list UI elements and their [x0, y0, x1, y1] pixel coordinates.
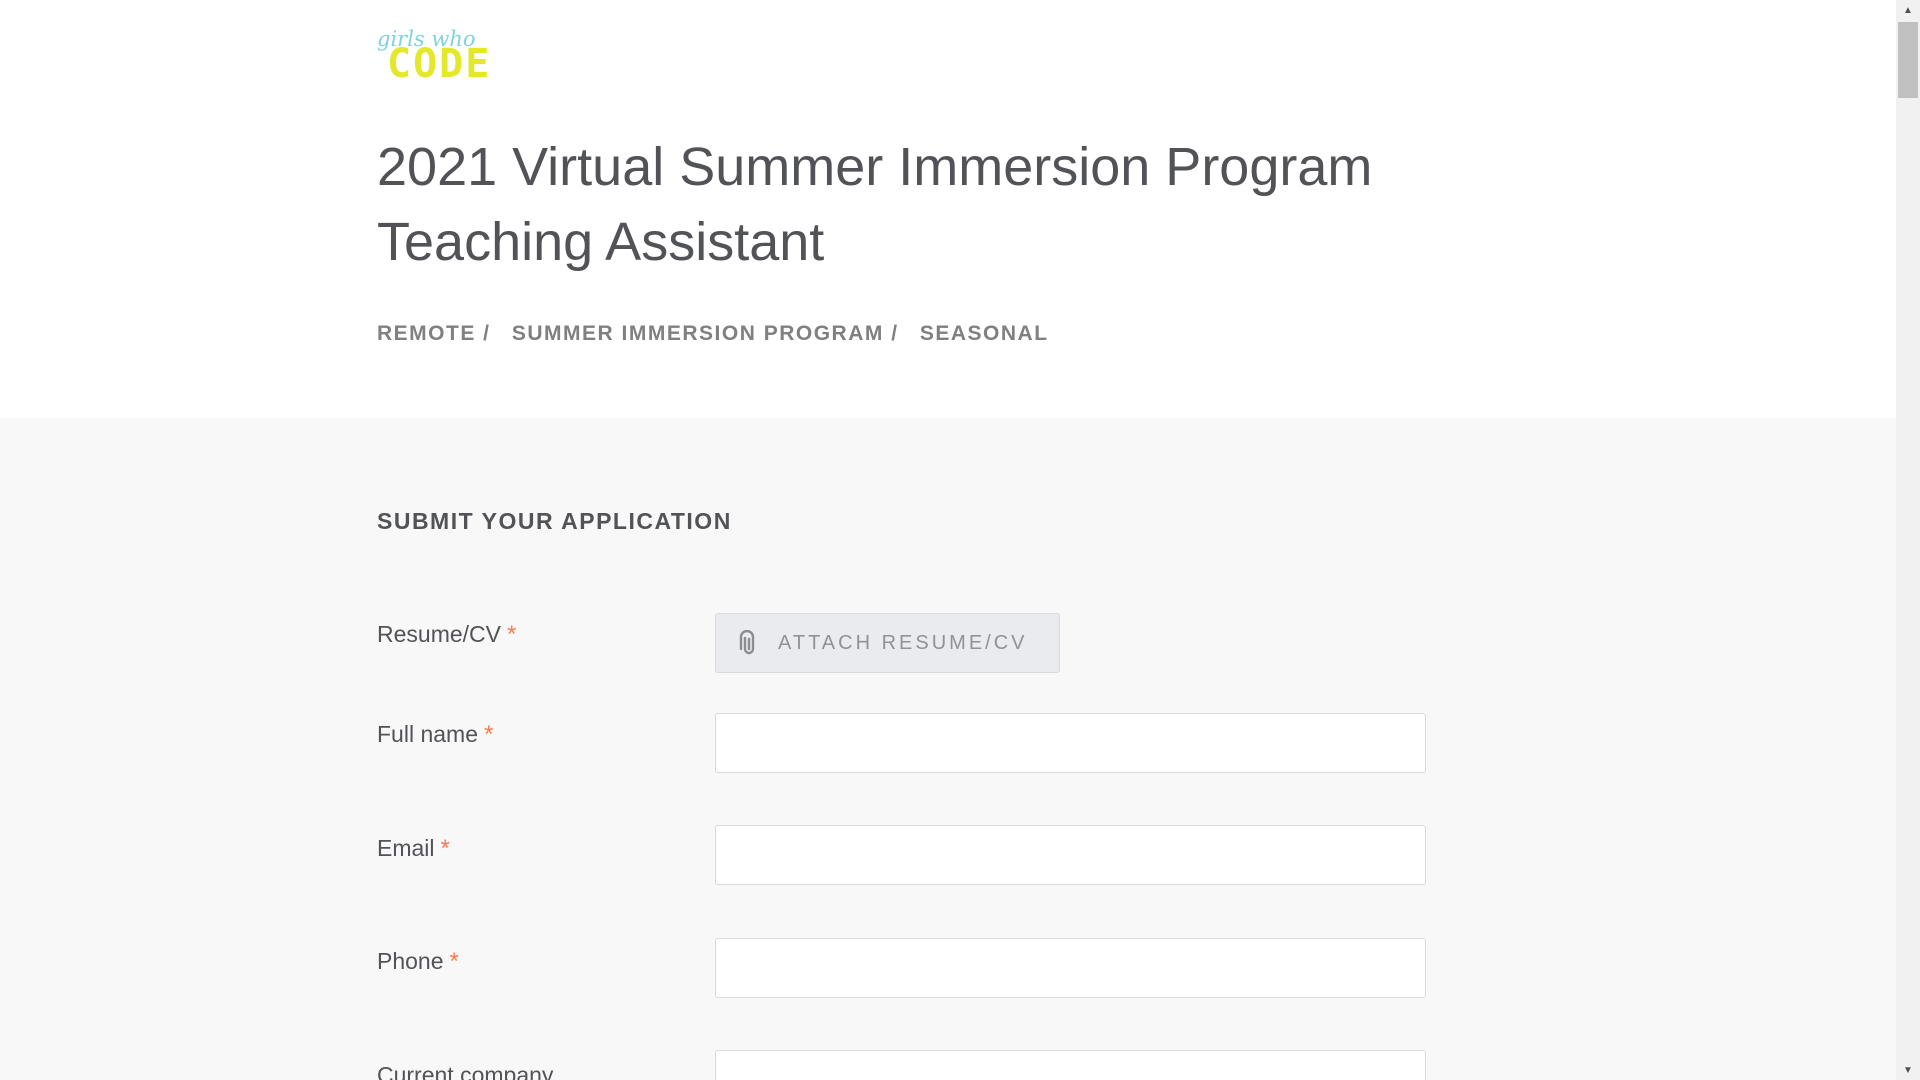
required-asterisk: *	[440, 835, 450, 862]
email-label: Email *	[377, 835, 450, 862]
logo-word-text: CODE	[387, 41, 492, 87]
phone-row: Phone *	[377, 938, 1427, 998]
application-form: SUBMIT YOUR APPLICATION Resume/CV * ATTAC…	[0, 418, 1896, 1080]
scrollbar-thumb[interactable]	[1898, 22, 1918, 98]
full-name-label: Full name *	[377, 721, 494, 748]
full-name-row: Full name *	[377, 713, 1427, 773]
current-company-input[interactable]	[715, 1050, 1426, 1080]
resume-label: Resume/CV *	[377, 621, 517, 648]
required-asterisk: *	[449, 948, 459, 975]
job-header: girls who CODE 2021 Virtual Summer Immer…	[0, 0, 1896, 418]
company-logo[interactable]: girls who CODE	[377, 25, 495, 84]
current-company-row: Current company	[377, 1050, 1427, 1080]
vertical-scrollbar[interactable]: ▲ ▼	[1896, 0, 1920, 1080]
resume-row: Resume/CV * ATTACH RESUME/CV	[377, 613, 1427, 673]
page: girls who CODE 2021 Virtual Summer Immer…	[0, 0, 1896, 1080]
required-asterisk: *	[506, 621, 517, 648]
tag-team: SUMMER IMMERSION PROGRAM /	[511, 322, 899, 345]
required-asterisk: *	[483, 721, 494, 748]
scroll-up-icon[interactable]: ▲	[1896, 0, 1920, 20]
email-input[interactable]	[715, 825, 1426, 885]
job-tags: REMOTE / SUMMER IMMERSION PROGRAM / SEAS…	[377, 322, 1063, 346]
tag-location: REMOTE /	[377, 322, 491, 345]
job-title: 2021 Virtual Summer Immersion Program Te…	[377, 137, 1373, 272]
full-name-input[interactable]	[715, 713, 1426, 773]
form-section-title: SUBMIT YOUR APPLICATION	[377, 508, 732, 534]
tag-type: SEASONAL	[919, 322, 1049, 345]
phone-input[interactable]	[715, 938, 1426, 998]
current-company-label: Current company	[377, 1062, 554, 1080]
attach-resume-label: ATTACH RESUME/CV	[778, 631, 1028, 654]
email-row: Email *	[377, 825, 1427, 885]
paperclip-icon	[739, 630, 755, 655]
scroll-down-icon[interactable]: ▼	[1896, 1060, 1920, 1080]
attach-resume-button[interactable]: ATTACH RESUME/CV	[715, 613, 1060, 673]
phone-label: Phone *	[377, 948, 459, 975]
